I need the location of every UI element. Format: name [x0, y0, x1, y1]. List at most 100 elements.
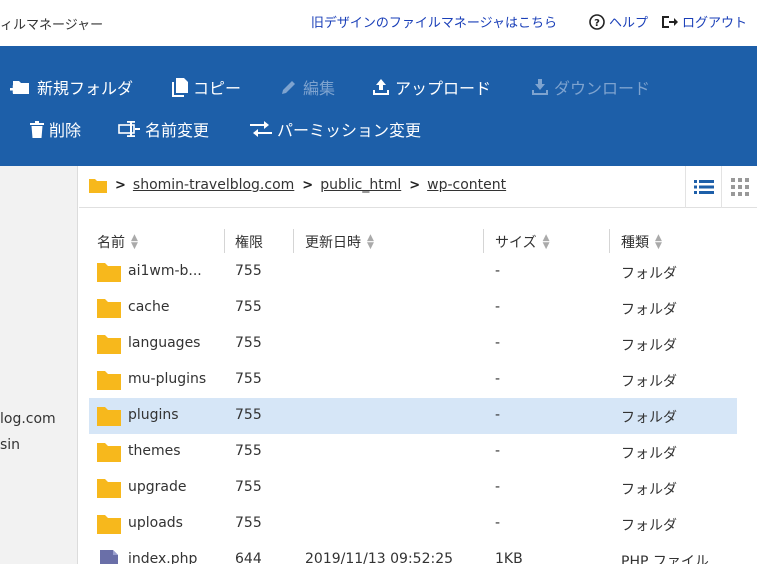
grid-view-button[interactable]	[721, 166, 757, 208]
sort-icon: ▲ ▼	[131, 233, 138, 251]
file-size: -	[495, 407, 501, 423]
table-row[interactable]: themes 755 - フォルダ	[89, 434, 737, 470]
column-header-label: 更新日時	[305, 235, 361, 251]
file-name: cache	[128, 299, 170, 315]
file-name: upgrade	[128, 479, 187, 495]
file-permission: 755	[235, 443, 262, 459]
new-folder-button[interactable]: 新規フォルダ	[10, 75, 133, 99]
logout-label: ログアウト	[681, 16, 747, 31]
breadcrumb: > shomin-travelblog.com > public_html > …	[89, 177, 506, 193]
domain-label[interactable]: log.com	[0, 411, 56, 427]
logout-icon	[661, 15, 678, 28]
download-label: ダウンロード	[554, 79, 651, 98]
download-icon	[532, 79, 548, 95]
file-type: フォルダ	[621, 446, 677, 462]
file-type: フォルダ	[621, 302, 677, 318]
file-table: 名前 ▲ ▼ 権限 更新日時 ▲ ▼ サイズ ▲ ▼ 種類 ▲ ▼ ai1wm-b...…	[79, 224, 757, 564]
folder-icon	[97, 335, 121, 354]
folder-icon	[97, 515, 121, 534]
column-header-name[interactable]: 名前 ▲ ▼	[97, 232, 140, 252]
file-size: -	[495, 371, 501, 387]
file-permission: 755	[235, 263, 262, 279]
breadcrumb-item[interactable]: shomin-travelblog.com	[133, 177, 294, 193]
trash-icon	[30, 120, 44, 138]
chevron-right-icon: >	[409, 177, 421, 193]
logout-button[interactable]: ログアウト	[660, 12, 747, 31]
column-header-label: サイズ	[495, 235, 537, 251]
file-size: -	[495, 263, 501, 279]
table-row[interactable]: index.php 644 2019/11/13 09:52:25 1KB PH…	[89, 542, 737, 564]
upload-icon	[373, 79, 389, 95]
new-folder-icon	[10, 81, 29, 94]
permission-label: パーミッション変更	[277, 121, 422, 140]
folder-icon	[97, 479, 121, 498]
file-type: フォルダ	[621, 518, 677, 534]
file-size: -	[495, 515, 501, 531]
column-header-modified[interactable]: 更新日時 ▲ ▼	[305, 232, 376, 252]
file-size: -	[495, 299, 501, 315]
file-type: フォルダ	[621, 266, 677, 282]
top-links: 旧デザインのファイルマネージャはこちら ? ヘルプ ログアウト	[311, 12, 747, 31]
column-header-permission[interactable]: 権限	[235, 232, 263, 252]
file-permission: 755	[235, 335, 262, 351]
table-row[interactable]: upgrade 755 - フォルダ	[89, 470, 737, 506]
list-view-button[interactable]	[685, 166, 721, 208]
old-design-link[interactable]: 旧デザインのファイルマネージャはこちら	[311, 12, 557, 31]
rename-label: 名前変更	[145, 121, 210, 140]
folder-icon	[97, 407, 121, 426]
file-size: -	[495, 335, 501, 351]
table-row[interactable]: mu-plugins 755 - フォルダ	[89, 362, 737, 398]
rename-button[interactable]: 名前変更	[118, 117, 209, 141]
help-button[interactable]: ? ヘルプ	[589, 12, 648, 31]
column-header-label: 名前	[97, 235, 125, 251]
breadcrumb-bar: > shomin-travelblog.com > public_html > …	[79, 166, 757, 208]
breadcrumb-item[interactable]: public_html	[320, 177, 401, 193]
file-name: ai1wm-b...	[128, 263, 202, 279]
file-name: themes	[128, 443, 181, 459]
copy-icon	[172, 77, 188, 97]
file-permission: 755	[235, 479, 262, 495]
list-view-icon	[693, 180, 714, 194]
edit-button[interactable]: 編集	[280, 75, 335, 99]
file-name: plugins	[128, 407, 179, 423]
file-type: フォルダ	[621, 374, 677, 390]
table-row-selected[interactable]: plugins 755 - フォルダ	[89, 398, 737, 434]
view-toggle	[685, 166, 757, 208]
table-row[interactable]: cache 755 - フォルダ	[89, 290, 737, 326]
column-divider	[224, 229, 225, 253]
new-folder-label: 新規フォルダ	[37, 79, 134, 98]
table-row[interactable]: uploads 755 - フォルダ	[89, 506, 737, 542]
column-header-label: 権限	[235, 235, 263, 251]
column-divider	[609, 229, 610, 253]
account-label: sin	[0, 437, 21, 453]
file-size: 1KB	[495, 551, 523, 564]
sort-icon: ▲ ▼	[367, 233, 374, 251]
column-header-type[interactable]: 種類 ▲ ▼	[621, 232, 664, 252]
breadcrumb-item[interactable]: wp-content	[427, 177, 506, 193]
chevron-right-icon: >	[115, 177, 126, 193]
table-row[interactable]: languages 755 - フォルダ	[89, 326, 737, 362]
file-permission: 755	[235, 299, 262, 315]
file-size: -	[495, 443, 501, 459]
php-file-icon	[100, 550, 118, 564]
column-header-size[interactable]: サイズ ▲ ▼	[495, 232, 552, 252]
left-panel: log.com sin	[0, 166, 78, 564]
help-icon: ?	[589, 13, 605, 30]
upload-label: アップロード	[395, 79, 492, 98]
grid-view-icon	[730, 178, 749, 196]
column-divider	[293, 229, 294, 253]
help-label: ヘルプ	[608, 16, 648, 31]
delete-button[interactable]: 削除	[30, 117, 81, 141]
table-row[interactable]: ai1wm-b... 755 - フォルダ	[89, 254, 737, 290]
sort-icon: ▲ ▼	[542, 233, 550, 251]
svg-text:?: ?	[594, 18, 600, 29]
copy-button[interactable]: コピー	[172, 75, 241, 99]
upload-button[interactable]: アップロード	[372, 75, 491, 99]
delete-label: 削除	[49, 121, 82, 140]
permission-button[interactable]: パーミッション変更	[250, 117, 421, 141]
file-name: index.php	[128, 551, 198, 564]
file-permission: 755	[235, 515, 262, 531]
folder-icon[interactable]	[89, 178, 107, 193]
download-button[interactable]: ダウンロード	[531, 75, 650, 99]
file-permission: 755	[235, 407, 262, 423]
